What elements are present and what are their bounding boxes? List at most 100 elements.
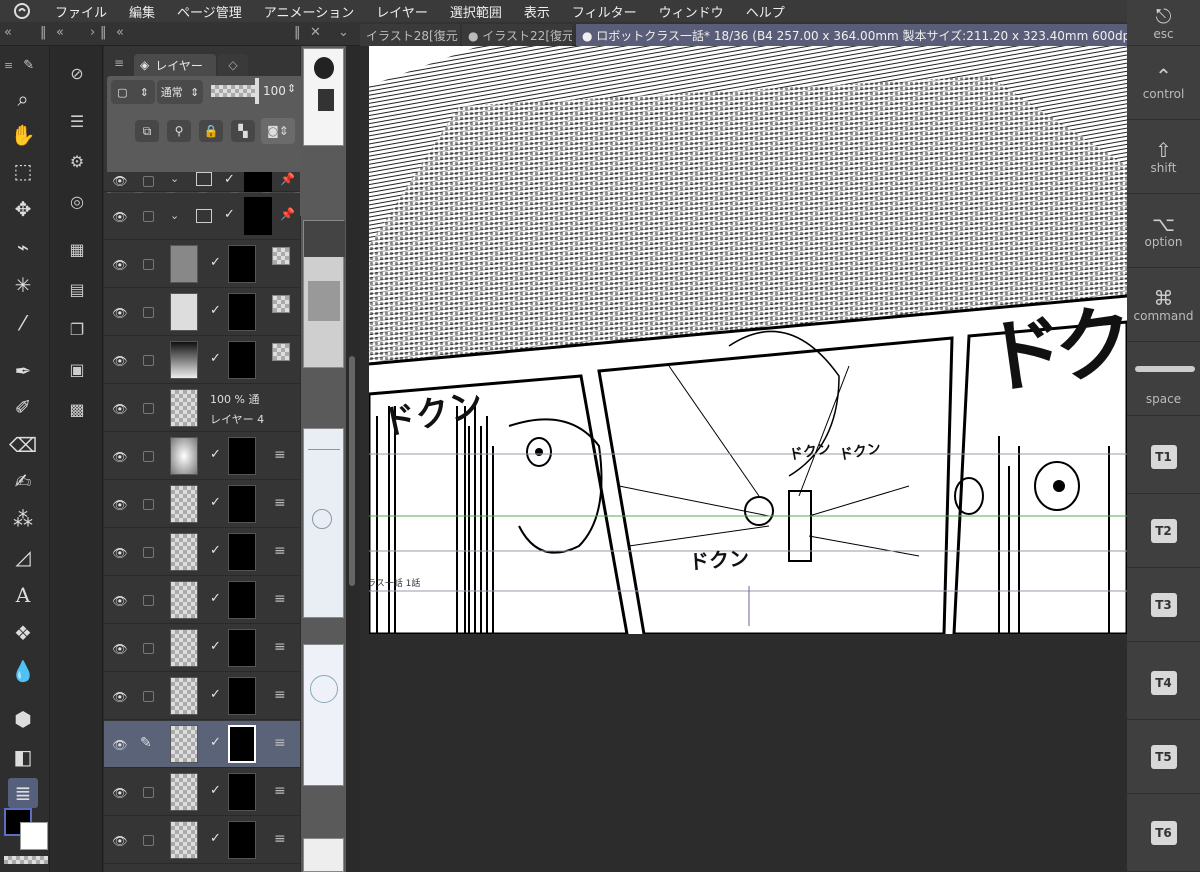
layer-row[interactable]: 👁 ✓ ≡ — [104, 817, 300, 864]
eye-icon[interactable]: 👁 — [112, 834, 128, 848]
page-thumbnail[interactable] — [303, 644, 344, 786]
layer-checkbox[interactable] — [143, 307, 154, 318]
layer-checkbox[interactable] — [143, 643, 154, 654]
page-thumbnail[interactable] — [303, 838, 344, 872]
sub-tool-list-icon[interactable]: ☰ — [63, 108, 91, 134]
reference-layer-icon[interactable]: ⚲ — [167, 120, 191, 142]
t1-key[interactable]: T1 — [1127, 420, 1200, 494]
speedline-tool-icon[interactable]: ≣ — [8, 778, 38, 808]
mask-toggle-icon[interactable]: ◙⇕ — [261, 118, 295, 144]
layer-checkbox[interactable] — [143, 595, 154, 606]
page-thumbnail[interactable] — [303, 220, 345, 368]
menu-edit[interactable]: 編集 — [118, 2, 166, 21]
layer-property-icon[interactable]: ❐ — [63, 316, 91, 342]
layer-checkbox[interactable] — [143, 451, 154, 462]
eye-icon[interactable]: 👁 — [112, 450, 128, 464]
animation-timeline-icon[interactable]: ▤ — [63, 276, 91, 302]
layer-row[interactable]: 👁 ✓ — [104, 337, 300, 384]
blend-tool-icon[interactable]: 💧 — [8, 656, 38, 686]
menu-selection[interactable]: 選択範囲 — [439, 2, 513, 21]
eye-icon[interactable]: 👁 — [112, 402, 128, 416]
eye-icon[interactable]: 👁 — [112, 354, 128, 368]
page-thumbnail[interactable] — [303, 48, 344, 146]
menu-help[interactable]: ヘルプ — [735, 2, 796, 21]
eye-icon[interactable]: 👁 — [112, 174, 128, 188]
lasso-tool-icon[interactable]: ⌁ — [8, 232, 38, 262]
pencil-tool-icon[interactable]: ✐ — [8, 392, 38, 422]
close-tab-icon[interactable]: ✕ — [310, 25, 321, 40]
layer-checkbox[interactable] — [143, 691, 154, 702]
eye-icon[interactable]: 👁 — [112, 642, 128, 656]
blend-mode-dropdown[interactable]: 通常 ⇕ — [157, 80, 203, 104]
material-icon[interactable]: ▣ — [63, 356, 91, 382]
layer-row[interactable]: 👁 ✓ ≡ — [104, 529, 300, 576]
space-key[interactable]: space — [1127, 342, 1200, 416]
tab-layer[interactable]: ◈ レイヤー — [134, 54, 216, 76]
layer-row[interactable]: 👁 ✓ ≡ — [104, 433, 300, 480]
navigator-icon[interactable]: ⊘ — [63, 60, 91, 86]
brush-size-icon[interactable]: ◎ — [63, 188, 91, 214]
opacity-slider-handle[interactable] — [255, 78, 259, 104]
object-tool-icon[interactable]: ⬚ — [8, 156, 38, 186]
frame-tool-icon[interactable]: ❖ — [8, 618, 38, 648]
layer-row-selected[interactable]: 👁 ✎ ✓ ≡ — [104, 721, 300, 768]
drag-handle-icon[interactable]: ≡ — [274, 495, 286, 511]
layer-checkbox[interactable] — [143, 403, 154, 414]
eye-icon[interactable]: 👁 — [112, 690, 128, 704]
hand-tool-icon[interactable]: ✋ — [8, 120, 38, 150]
layer-row[interactable]: 👁 ✓ ≡ — [104, 769, 300, 816]
lock-icon[interactable]: 🔒 — [199, 120, 223, 142]
app-logo-icon[interactable] — [0, 0, 44, 22]
panel-menu-icon[interactable]: ≡ — [114, 56, 124, 70]
option-key[interactable]: ⌥ option — [1127, 194, 1200, 268]
opacity-value[interactable]: 100 — [263, 84, 286, 98]
drag-handle-icon[interactable]: ≡ — [274, 687, 286, 703]
clip-layer-icon[interactable]: ⧉ — [135, 120, 159, 142]
eye-icon[interactable]: 👁 — [112, 738, 128, 752]
t2-key[interactable]: T2 — [1127, 494, 1200, 568]
eye-icon[interactable]: 👁 — [112, 210, 128, 224]
folder-toggle-icon[interactable]: ⌄ — [170, 172, 179, 185]
t4-key[interactable]: T4 — [1127, 646, 1200, 720]
scrollbar-thumb[interactable] — [349, 356, 355, 586]
color-set-icon[interactable]: ▦ — [63, 236, 91, 262]
drag-handle-icon[interactable]: ≡ — [274, 543, 286, 559]
eye-icon[interactable]: 👁 — [112, 258, 128, 272]
opacity-stepper[interactable]: ⇕ — [287, 82, 296, 95]
t5-key[interactable]: T5 — [1127, 720, 1200, 794]
sub-color-swatch[interactable] — [20, 822, 48, 850]
menu-window[interactable]: ウィンドウ — [648, 2, 735, 21]
menu-animation[interactable]: アニメーション — [253, 2, 365, 21]
t3-key[interactable]: T3 — [1127, 568, 1200, 642]
collapse-left-icon[interactable]: « — [56, 25, 64, 40]
drag-handle-icon[interactable]: ≡ — [274, 783, 286, 799]
layer-row[interactable]: 👁 ✓ ≡ — [104, 625, 300, 672]
eye-icon[interactable]: 👁 — [112, 546, 128, 560]
layer-checkbox[interactable] — [143, 835, 154, 846]
opacity-slider[interactable] — [211, 85, 259, 97]
layer-checkbox[interactable] — [143, 211, 154, 222]
menu-view[interactable]: 表示 — [513, 2, 561, 21]
drag-handle-icon[interactable]: ≡ — [274, 831, 286, 847]
magic-wand-icon[interactable]: ✳ — [8, 270, 38, 300]
drag-handle-icon[interactable]: ≡ — [274, 735, 286, 751]
page-scrollbar[interactable] — [346, 46, 360, 872]
collapse-left-icon[interactable]: « — [116, 25, 124, 40]
esc-key[interactable]: ⎋ esc — [1127, 0, 1200, 46]
eye-icon[interactable]: 👁 — [112, 786, 128, 800]
control-key[interactable]: ⌃ control — [1127, 46, 1200, 120]
pen-tool-icon[interactable]: ✒ — [8, 356, 38, 386]
lock-transparency-icon[interactable]: ▚ — [231, 120, 255, 142]
page-thumbnail[interactable] — [303, 428, 344, 618]
airbrush-icon[interactable]: ⁂ — [8, 504, 38, 534]
move-tool-icon[interactable]: ✥ — [8, 194, 38, 224]
expand-right-icon[interactable]: › — [90, 25, 95, 40]
tab-robot-class-ep1[interactable]: ● ロボットクラス一話* 18/36 (B4 257.00 x 364.00mm… — [576, 24, 1127, 46]
layer-checkbox[interactable] — [143, 259, 154, 270]
layer-row[interactable]: 👁 ✓ — [104, 241, 300, 288]
layer-checkbox[interactable] — [143, 176, 154, 187]
tab-illust-28[interactable]: イラスト28[復元 — [360, 24, 460, 46]
drag-handle-icon[interactable]: ≡ — [274, 591, 286, 607]
layer-row[interactable]: 👁 ✓ ≡ — [104, 673, 300, 720]
layer-row[interactable]: 👁 ⌄ ✓ 📌 — [104, 172, 300, 192]
